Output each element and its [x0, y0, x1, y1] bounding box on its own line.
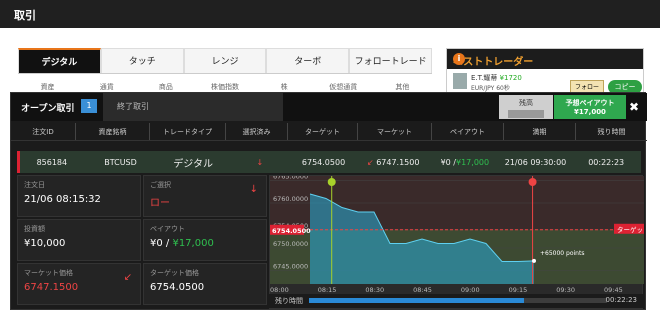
page-title: 取引 [14, 9, 36, 22]
trade-type-tabs: デジタル タッチ レンジ ターボ フォロートレード [18, 48, 432, 74]
tab-closed-trades[interactable]: 終了取引 [103, 93, 283, 121]
best-trader-header: ベストトレーダー i [447, 49, 643, 69]
choice-cell: ご選択 ロー ↓ [143, 175, 267, 217]
price-chart[interactable]: 6765.0000 6760.0000 6754.0500 6750.0000 6745… [269, 173, 650, 309]
choice-value: ロー [150, 198, 170, 209]
col-asset: 資産銘柄 [75, 123, 149, 140]
top-bar: 取引 [0, 0, 660, 28]
trade-details: 注文日 21/06 08:15:32 ご選択 ロー ↓ 投資額 ¥10,000 … [17, 175, 269, 309]
col-selected: 選択済み [225, 123, 287, 140]
col-trade-type: トレードタイプ [149, 123, 225, 140]
trader-amount: ¥1720 [499, 74, 522, 82]
invest-value: ¥10,000 [24, 238, 66, 249]
remaining-value: 00:22:23 [605, 296, 637, 304]
x-tick-label: 08:45 [413, 286, 432, 294]
payout-value-b: ¥17,000 [172, 238, 214, 249]
open-trades-panel: オープン取引 1 終了取引 残高 予想ペイアウト ¥17,000 ✖ 注文ID 資… [10, 92, 650, 310]
y-tick-label: 6745.0000 [273, 263, 308, 271]
arrow-down-icon: ↓ [256, 157, 264, 167]
col-expiry: 満期 [503, 123, 575, 140]
panel-header: オープン取引 1 終了取引 残高 予想ペイアウト ¥17,000 ✖ [11, 93, 647, 121]
x-tick-label: 09:15 [509, 286, 528, 294]
remaining-time-bar: 残り時間 00:22:23 [269, 294, 643, 308]
row-expiry: 21/06 09:30:00 [504, 157, 567, 167]
x-tick-label: 09:30 [556, 286, 575, 294]
row-target: 6754.0500 [301, 157, 346, 167]
balance-box: 残高 [499, 95, 553, 119]
progress-fill [309, 298, 524, 303]
order-date-label: 注文日 [24, 181, 45, 189]
payout-label: ペイアウト [150, 225, 185, 233]
target-price-value: 6754.0500 [150, 282, 205, 293]
market-price-label: マーケット価格 [24, 269, 73, 277]
trader-name: E.T.耀蒂 ¥1720 [471, 74, 522, 82]
row-payout-a: ¥0 / [440, 157, 456, 167]
expiry-marker-icon [528, 178, 537, 186]
invest-label: 投資額 [24, 225, 45, 233]
choice-label: ご選択 [150, 181, 171, 189]
col-remaining: 残り時間 [575, 123, 647, 140]
expected-payout-box: 予想ペイアウト ¥17,000 [554, 95, 626, 119]
col-order-id: 注文ID [32, 128, 54, 136]
order-date-cell: 注文日 21/06 08:15:32 [17, 175, 141, 217]
trader-pair: EUR/JPY 60秒 [471, 85, 510, 92]
balance-hidden [508, 110, 544, 118]
row-asset: BTCUSD [104, 157, 137, 167]
row-payout-b: ¥17,000 [456, 157, 490, 167]
progress-track [309, 298, 607, 303]
best-trader-title: ベストトレーダー [453, 57, 534, 68]
y-tick-label: 6760.0000 [273, 195, 308, 203]
market-price-value: 6747.1500 [24, 282, 79, 293]
arrow-down-left-icon: ↙ [366, 157, 374, 167]
target-price-cell: ターゲット価格 6754.0500 [143, 263, 267, 305]
info-icon[interactable]: i [453, 53, 465, 65]
payout-value-a: ¥0 / [150, 238, 173, 249]
target-price-tag-label: 6754.0500 [272, 227, 311, 235]
target-tag-label: ターゲット [617, 225, 644, 234]
tab-follow-trade[interactable]: フォロートレード [349, 48, 432, 73]
tab-range[interactable]: レンジ [183, 48, 267, 73]
market-price-cell: マーケット価格 6747.1500 ↙ [17, 263, 141, 305]
annotation-label: +65000 points [540, 250, 584, 257]
balance-label: 残高 [519, 99, 533, 107]
tab-open-trades[interactable]: オープン取引 [21, 101, 74, 114]
expected-payout-value: ¥17,000 [574, 108, 606, 116]
tab-digital[interactable]: デジタル [18, 48, 101, 73]
row-type: デジタル [173, 158, 214, 170]
entry-marker-icon [327, 178, 336, 186]
col-payout: ペイアウト [431, 123, 503, 140]
target-price-label: ターゲット価格 [150, 269, 199, 277]
col-target: ターゲット [287, 123, 357, 140]
price-chart-svg: 6765.0000 6760.0000 6754.0500 6750.0000 6745… [270, 173, 650, 294]
order-date-value: 21/06 08:15:32 [24, 194, 101, 205]
column-headers: 注文ID 資産銘柄 トレードタイプ 選択済み ターゲット マーケット ペイアウト… [11, 123, 647, 141]
row-remaining: 00:22:23 [588, 157, 625, 167]
close-icon[interactable]: ✖ [629, 100, 639, 114]
x-tick-label: 08:30 [365, 286, 384, 294]
col-market: マーケット [357, 123, 431, 140]
expected-payout-label: 予想ペイアウト [565, 99, 615, 107]
tab-turbo[interactable]: ターボ [266, 48, 350, 73]
open-count-badge: 1 [81, 99, 97, 113]
payout-cell: ペイアウト ¥0 / ¥17,000 [143, 219, 267, 261]
y-tick-label: 6750.0000 [273, 240, 308, 248]
x-tick-label: 09:45 [604, 286, 623, 294]
row-market: 6747.1500 [376, 157, 420, 167]
x-tick-label: 08:00 [270, 286, 289, 294]
remaining-label: 残り時間 [275, 297, 303, 305]
arrow-down-left-icon: ↙ [123, 272, 132, 283]
tab-touch[interactable]: タッチ [100, 48, 184, 73]
x-tick-label: 08:15 [318, 286, 337, 294]
y-tick-label: 6765.0000 [273, 176, 308, 181]
closed-tab-label: 終了取引 [117, 102, 149, 111]
arrow-down-icon: ↓ [249, 184, 258, 195]
invest-cell: 投資額 ¥10,000 [17, 219, 141, 261]
avatar [453, 73, 467, 89]
current-price-dot [532, 258, 536, 263]
x-tick-label: 09:00 [461, 286, 480, 294]
trade-row[interactable]: 856184 BTCUSD デジタル ↓ 6754.0500 ↙ 6747.15… [17, 151, 641, 173]
row-order-id: 856184 [36, 157, 68, 167]
